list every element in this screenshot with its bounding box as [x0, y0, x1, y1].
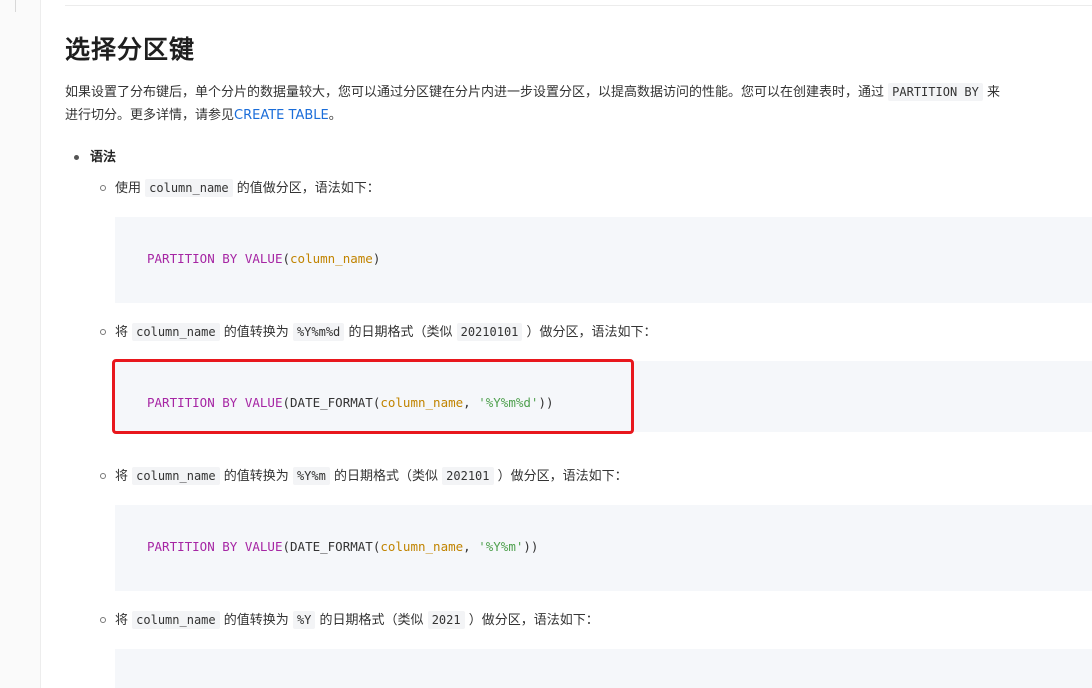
left-rail	[0, 0, 41, 688]
code-line: PARTITION BY VALUE(DATE_FORMAT(column_na…	[147, 539, 539, 554]
code-identifier: column_name	[290, 251, 373, 266]
item-tail: ）做分区，语法如下：	[468, 613, 599, 628]
code-block-1: PARTITION BY VALUE(column_name)	[115, 217, 1092, 303]
item-example-prefix: 的日期格式（类似	[348, 325, 453, 340]
item-tail: ）做分区，语法如下：	[526, 325, 657, 340]
sub-bullet	[100, 473, 106, 479]
code-keyword: VALUE	[244, 539, 283, 554]
intro-text-2: 进行切分。更多详情，请参见	[65, 108, 235, 123]
item-tail: ）做分区，语法如下：	[497, 469, 628, 484]
inline-code-column-name: column_name	[132, 323, 220, 341]
page-title: 选择分区键	[65, 35, 196, 64]
inline-code-example: 20210101	[456, 323, 523, 341]
code-block-4	[115, 649, 1092, 688]
sub-bullet	[100, 617, 106, 623]
rail-tick	[6, 0, 16, 12]
intro-line-2: 进行切分。更多详情，请参见CREATE TABLE。	[65, 104, 1092, 128]
top-divider	[65, 5, 1092, 6]
item-1-text: 使用 column_name 的值做分区，语法如下：	[115, 177, 380, 200]
intro-end: 。	[328, 108, 342, 123]
intro-tail: 来	[987, 85, 1001, 100]
inline-code-example: 2021	[427, 611, 465, 629]
sub-bullet	[100, 185, 106, 191]
item-middle: 的值做分区，语法如下：	[236, 181, 380, 196]
inline-code-format: %Y%m	[292, 467, 330, 485]
code-paren: ))	[523, 539, 539, 554]
code-line: PARTITION BY VALUE(column_name)	[147, 251, 381, 266]
item-prefix: 将	[115, 469, 129, 484]
code-keyword: PARTITION	[147, 539, 215, 554]
inline-code-column-name: column_name	[145, 179, 233, 197]
code-paren: )	[372, 251, 381, 266]
code-function: DATE_FORMAT	[290, 539, 373, 554]
item-middle: 的值转换为	[223, 325, 289, 340]
item-prefix: 将	[115, 613, 129, 628]
inline-code-format: %Y	[292, 611, 316, 629]
item-3-text: 将 column_name 的值转换为 %Y%m 的日期格式（类似 202101…	[115, 465, 628, 488]
intro-paragraph: 如果设置了分布键后，单个分片的数据量较大，您可以通过分区键在分片内进一步设置分区…	[65, 80, 1092, 128]
intro-text: 如果设置了分布键后，单个分片的数据量较大，您可以通过分区键在分片内进一步设置分区…	[65, 85, 885, 100]
item-2-text: 将 column_name 的值转换为 %Y%m%d 的日期格式（类似 2021…	[115, 321, 657, 344]
inline-code-format: %Y%m%d	[292, 323, 345, 341]
item-4-text: 将 column_name 的值转换为 %Y 的日期格式（类似 2021 ）做分…	[115, 609, 599, 632]
inline-code-column-name: column_name	[132, 611, 220, 629]
code-keyword: BY	[222, 251, 238, 266]
item-prefix: 将	[115, 325, 129, 340]
item-middle: 的值转换为	[223, 469, 289, 484]
inline-code-column-name: column_name	[132, 467, 220, 485]
item-prefix: 使用	[115, 181, 142, 196]
code-keyword: BY	[222, 539, 238, 554]
bullet-dot	[74, 155, 79, 160]
item-example-prefix: 的日期格式（类似	[319, 613, 424, 628]
code-block-3: PARTITION BY VALUE(DATE_FORMAT(column_na…	[115, 505, 1092, 591]
sub-bullet	[100, 329, 106, 335]
item-middle: 的值转换为	[223, 613, 289, 628]
inline-code-example: 202101	[442, 467, 494, 485]
code-keyword: VALUE	[244, 251, 283, 266]
inline-code-partition-by: PARTITION BY	[888, 83, 983, 101]
code-string: '%Y%m'	[478, 539, 524, 554]
highlight-annotation-box	[112, 359, 634, 434]
item-example-prefix: 的日期格式（类似	[333, 469, 438, 484]
code-identifier: column_name	[380, 539, 464, 554]
section-label-syntax: 语法	[90, 150, 117, 165]
code-keyword: PARTITION	[147, 251, 215, 266]
create-table-link[interactable]: CREATE TABLE	[234, 108, 329, 123]
intro-line-1: 如果设置了分布键后，单个分片的数据量较大，您可以通过分区键在分片内进一步设置分区…	[65, 80, 1092, 104]
